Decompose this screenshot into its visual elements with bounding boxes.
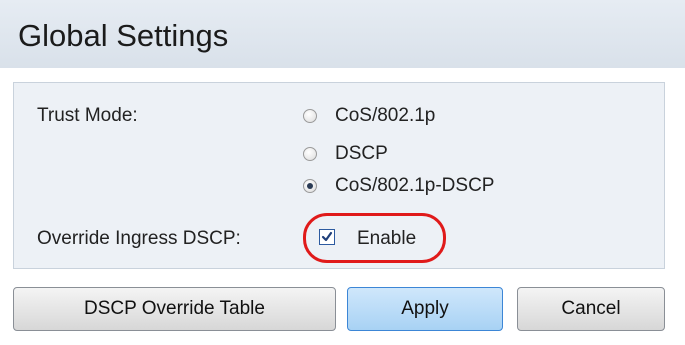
radio-label-dscp: DSCP <box>335 143 388 164</box>
radio-cos-802-1p[interactable]: CoS/802.1p <box>303 105 435 127</box>
page-title: Global Settings <box>18 18 229 53</box>
checkmark-icon <box>321 231 333 242</box>
cancel-button[interactable]: Cancel <box>517 287 665 331</box>
title-bar: Global Settings <box>0 0 685 68</box>
radio-cos-802-1p-dscp[interactable]: CoS/802.1p-DSCP <box>303 175 494 197</box>
radio-dscp[interactable]: DSCP <box>303 143 388 165</box>
radio-label-cos: CoS/802.1p <box>335 105 436 126</box>
override-ingress-dscp-label: Override Ingress DSCP: <box>37 228 241 249</box>
enable-checkbox[interactable] <box>319 229 335 245</box>
radio-button[interactable] <box>303 109 317 123</box>
radio-button[interactable] <box>303 147 317 161</box>
trust-mode-label: Trust Mode: <box>37 105 138 126</box>
radio-button-selected[interactable] <box>303 179 317 193</box>
dscp-override-table-button[interactable]: DSCP Override Table <box>13 287 336 331</box>
radio-label-cos-dscp: CoS/802.1p-DSCP <box>335 175 495 196</box>
apply-button[interactable]: Apply <box>347 287 503 331</box>
enable-label: Enable <box>357 228 417 249</box>
